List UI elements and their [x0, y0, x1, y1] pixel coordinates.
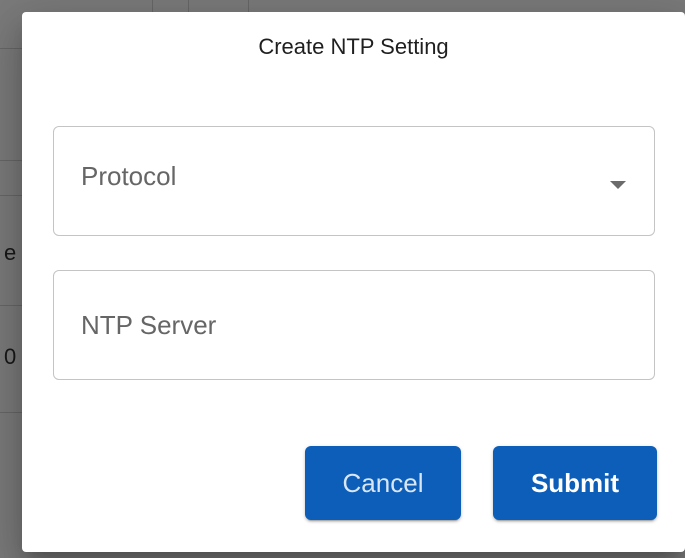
ntp-server-field[interactable]	[53, 270, 655, 380]
submit-button[interactable]: Submit	[493, 446, 657, 520]
chevron-down-icon[interactable]	[610, 181, 626, 189]
protocol-select-label: Protocol	[81, 161, 177, 191]
cancel-button[interactable]: Cancel	[305, 446, 461, 520]
create-ntp-dialog: Create NTP Setting Protocol Cancel Submi…	[22, 12, 685, 552]
protocol-select[interactable]: Protocol	[53, 126, 655, 236]
dialog-title: Create NTP Setting	[258, 34, 449, 59]
ntp-server-input[interactable]	[54, 271, 654, 379]
